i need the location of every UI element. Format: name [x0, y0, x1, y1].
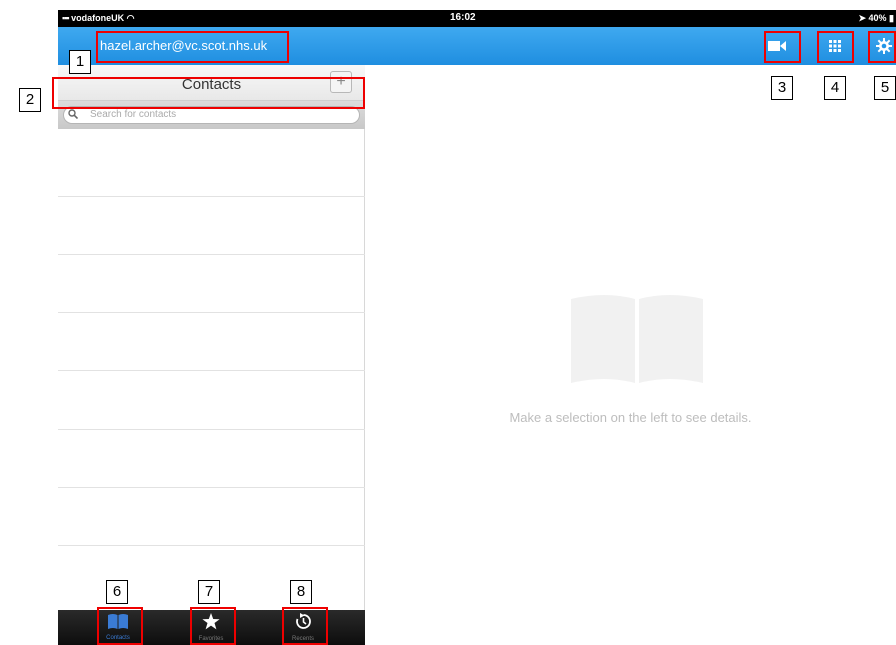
search-icon — [68, 109, 78, 119]
callout-box-recents-tab — [282, 607, 328, 645]
carrier-label: ▪▪▪ vodafoneUK ◠ — [62, 13, 135, 23]
list-divider — [58, 196, 365, 197]
callout-label: 1 — [69, 50, 91, 74]
callout-box-dialpad — [817, 31, 854, 63]
callout-label: 7 — [198, 580, 220, 604]
empty-state-message: Make a selection on the left to see deta… — [509, 410, 752, 425]
callout-label: 4 — [824, 76, 846, 100]
battery-label: ➤ 40% ▮ — [858, 13, 894, 23]
status-bar: ▪▪▪ vodafoneUK ◠ 16:02 ➤ 40% ▮ — [58, 10, 896, 27]
list-divider — [58, 429, 365, 430]
callout-box-settings — [868, 31, 896, 63]
list-divider — [58, 254, 365, 255]
callout-box-search — [52, 77, 365, 109]
list-divider — [58, 545, 365, 546]
callout-box-contacts-tab — [97, 607, 143, 645]
callout-label: 6 — [106, 580, 128, 604]
list-divider — [58, 487, 365, 488]
detail-pane: Make a selection on the left to see deta… — [365, 65, 896, 645]
callout-label: 2 — [19, 88, 41, 112]
open-book-icon — [571, 295, 703, 383]
callout-box-video — [764, 31, 801, 63]
list-divider — [58, 370, 365, 371]
callout-label: 8 — [290, 580, 312, 604]
contacts-pane: Contacts + Search for contacts Contacts … — [58, 65, 365, 645]
wifi-icon: ◠ — [126, 13, 135, 23]
callout-box-favorites-tab — [190, 607, 236, 645]
list-divider — [58, 312, 365, 313]
callout-box-account — [96, 31, 289, 63]
callout-label: 5 — [874, 76, 896, 100]
status-time: 16:02 — [450, 12, 476, 23]
callout-label: 3 — [771, 76, 793, 100]
